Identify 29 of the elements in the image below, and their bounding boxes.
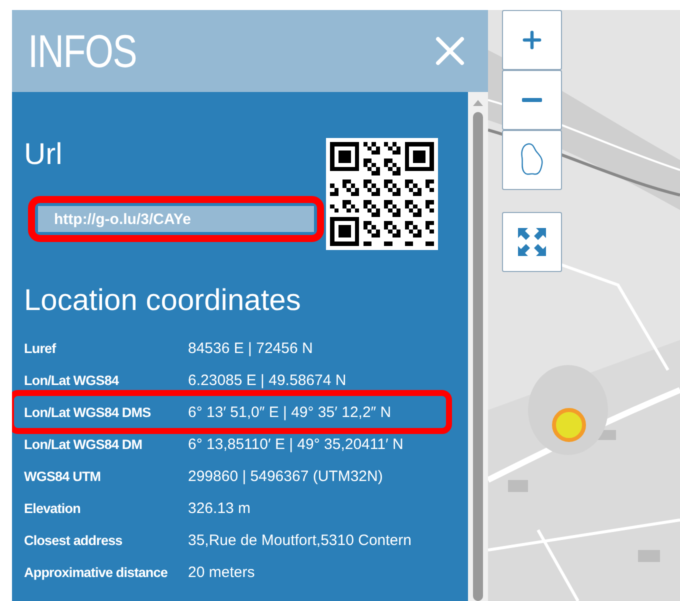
coordinate-label: Closest address	[24, 532, 124, 548]
coordinate-value: 6° 13′ 51,0″ E | 49° 35′ 12,2″ N	[188, 404, 392, 420]
coordinate-value: 326.13 m	[188, 500, 251, 516]
coordinate-label: Luref	[24, 340, 58, 356]
zoom-out-button[interactable]	[502, 70, 562, 130]
fullscreen-button[interactable]	[502, 212, 562, 272]
coordinate-value: 6° 13,85110′ E | 49° 35,20411′ N	[188, 436, 404, 452]
section-heading: Location coordinates	[24, 284, 302, 318]
coordinate-value: 35,Rue de Moutfort,5310 Contern	[188, 532, 412, 548]
coordinate-value: 84536 E | 72456 N	[188, 340, 313, 356]
url-field[interactable]: http://g-o.lu/3/CAYe	[38, 206, 314, 232]
minus-icon	[522, 98, 542, 102]
coordinate-value: 20 meters	[188, 564, 255, 580]
coordinate-value: 6.23085 E | 49.58674 N	[188, 372, 346, 388]
scroll-up-icon	[473, 100, 483, 106]
zoom-in-button[interactable]	[502, 10, 562, 70]
coordinate-label: WGS84 UTM	[24, 468, 102, 484]
scrollbar[interactable]	[468, 92, 488, 601]
coordinate-value: 299860 | 5496367 (UTM32N)	[188, 468, 383, 484]
country-view-button[interactable]	[502, 130, 562, 190]
scrollbar-thumb[interactable]	[473, 112, 483, 601]
coordinate-label: Elevation	[24, 500, 82, 516]
expand-icon	[517, 227, 547, 257]
url-heading: Url	[24, 138, 64, 172]
coordinate-label: Approximative distance	[24, 564, 168, 580]
panel-title: INFOS	[28, 24, 136, 78]
coordinate-label: Lon/Lat WGS84 DMS	[24, 404, 152, 420]
coordinate-label: Lon/Lat WGS84 DM	[24, 436, 144, 452]
coordinate-label: Lon/Lat WGS84	[24, 372, 120, 388]
